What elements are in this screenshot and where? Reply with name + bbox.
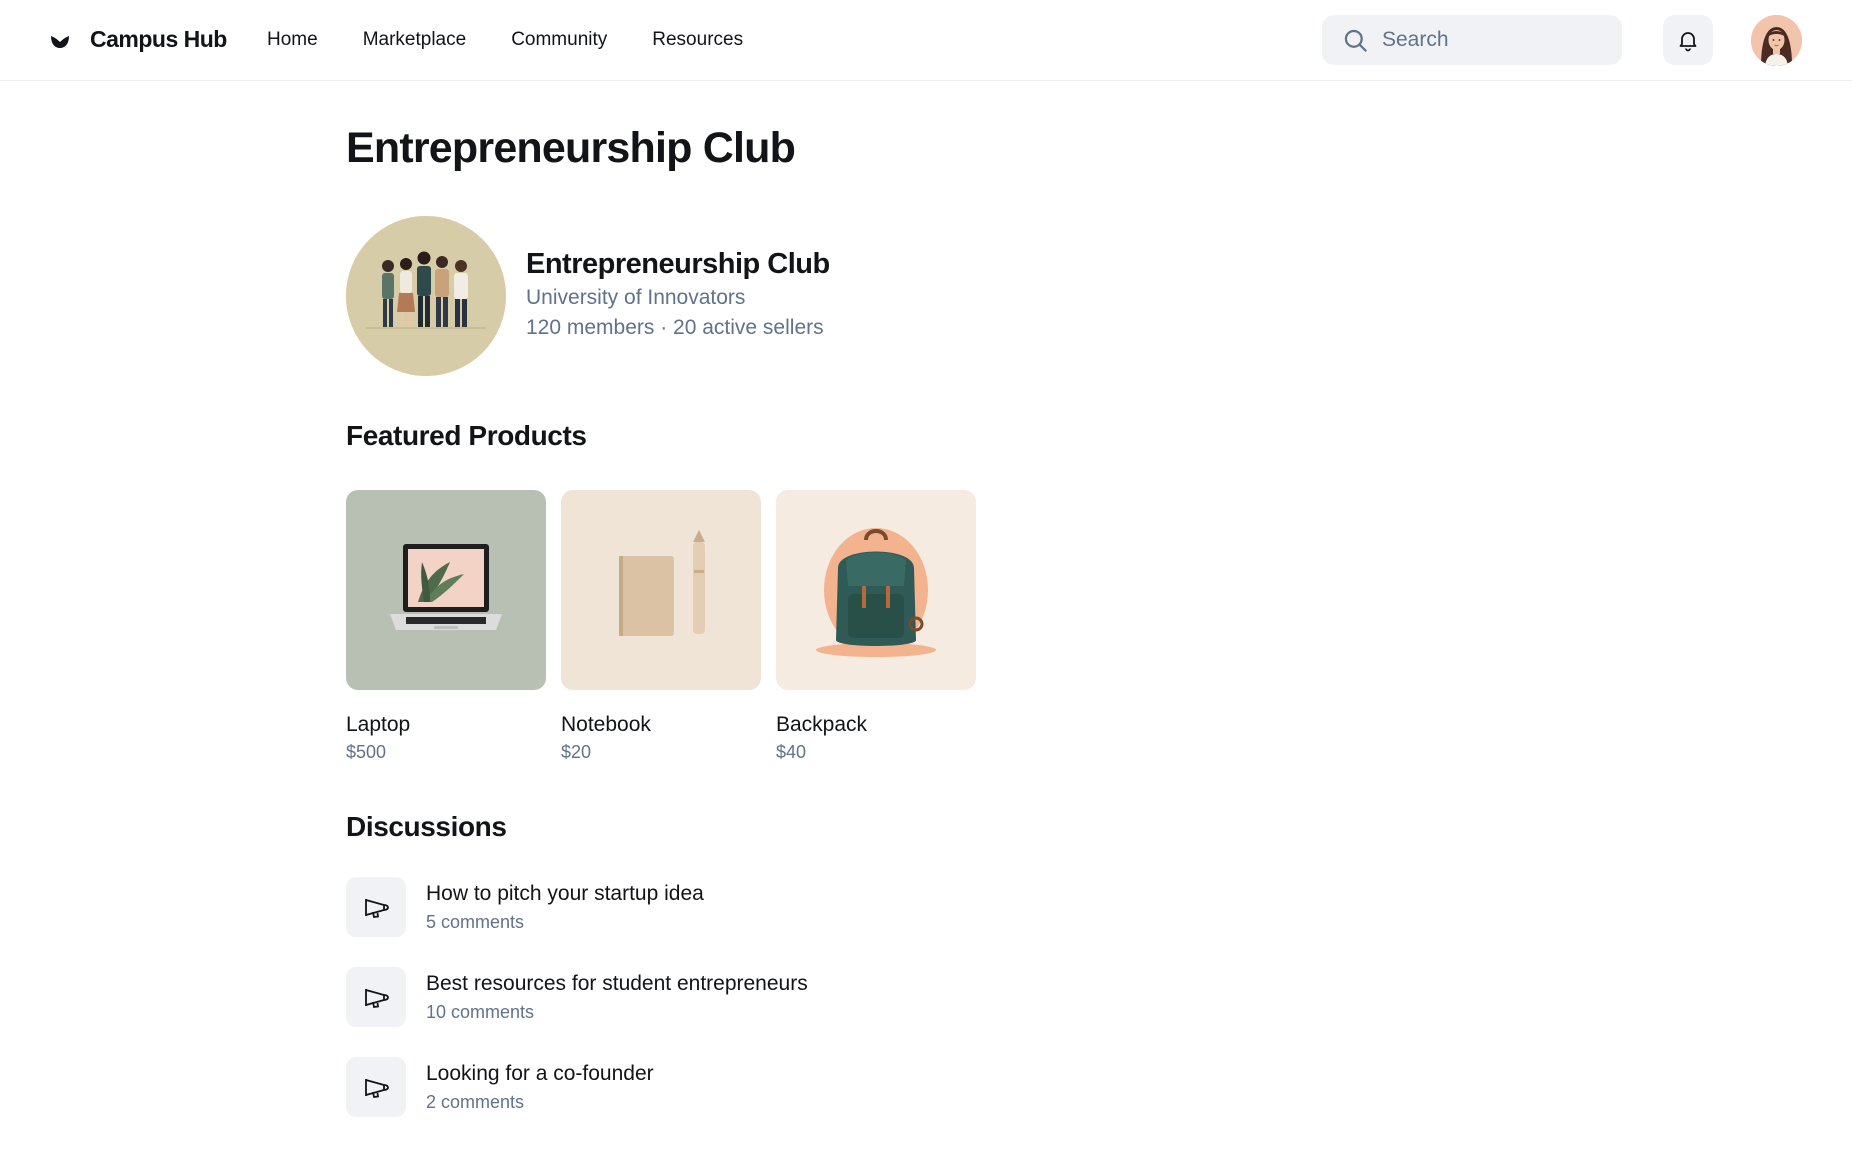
discussion-title[interactable]: How to pitch your startup idea: [426, 882, 704, 906]
search-icon: [1344, 29, 1367, 52]
backpack-illustration: [816, 528, 936, 657]
search-box[interactable]: [1322, 15, 1622, 65]
club-stats: 120 members · 20 active sellers: [526, 316, 824, 339]
nav-marketplace[interactable]: Marketplace: [363, 29, 467, 51]
product-name[interactable]: Notebook: [561, 713, 761, 737]
club-image: [346, 216, 506, 376]
main-nav: Home Marketplace Community Resources: [267, 29, 788, 51]
top-navigation-bar: Campus Hub Home Marketplace Community Re…: [0, 0, 1852, 81]
nav-community[interactable]: Community: [511, 29, 607, 51]
product-image[interactable]: [776, 490, 976, 690]
discussion-comment-count: 2 comments: [426, 1092, 525, 1112]
featured-products-heading: Featured Products: [346, 420, 587, 451]
discussion-comment-count: 5 comments: [426, 912, 525, 932]
group-of-students-illustration: [346, 216, 506, 376]
product-price: $40: [776, 742, 807, 762]
product-name[interactable]: Backpack: [776, 713, 976, 737]
club-name: Entrepreneurship Club: [526, 248, 830, 280]
nav-resources[interactable]: Resources: [652, 29, 743, 51]
avatar-illustration: [1751, 15, 1802, 66]
discussion-title[interactable]: Best resources for student entrepreneurs: [426, 972, 808, 996]
product-image[interactable]: [346, 490, 546, 690]
search-input[interactable]: [1382, 25, 1602, 55]
product-card-notebook[interactable]: Notebook $20: [561, 490, 761, 763]
megaphone-icon: [346, 1057, 406, 1117]
leaf-logo-icon[interactable]: [48, 29, 72, 53]
laptop-illustration: [390, 544, 502, 630]
brand-name[interactable]: Campus Hub: [90, 26, 227, 53]
product-name[interactable]: Laptop: [346, 713, 546, 737]
discussions-heading: Discussions: [346, 811, 507, 842]
product-price: $20: [561, 742, 592, 762]
club-university: University of Innovators: [526, 286, 746, 309]
product-card-laptop[interactable]: Laptop $500: [346, 490, 546, 763]
user-avatar[interactable]: [1751, 15, 1802, 66]
discussion-item[interactable]: Looking for a co-founder 2 comments: [346, 1057, 946, 1117]
product-image[interactable]: [561, 490, 761, 690]
megaphone-icon: [346, 877, 406, 937]
discussion-item[interactable]: How to pitch your startup idea 5 comment…: [346, 877, 946, 937]
page-title: Entrepreneurship Club: [346, 124, 796, 172]
discussion-title[interactable]: Looking for a co-founder: [426, 1062, 654, 1086]
product-price: $500: [346, 742, 387, 762]
notebook-illustration: [619, 530, 705, 636]
nav-home[interactable]: Home: [267, 29, 318, 51]
notifications-button[interactable]: [1663, 15, 1713, 65]
megaphone-icon: [346, 967, 406, 1027]
discussion-comment-count: 10 comments: [426, 1002, 535, 1022]
bell-icon: [1679, 32, 1697, 52]
product-card-backpack[interactable]: Backpack $40: [776, 490, 976, 763]
discussion-item[interactable]: Best resources for student entrepreneurs…: [346, 967, 946, 1027]
